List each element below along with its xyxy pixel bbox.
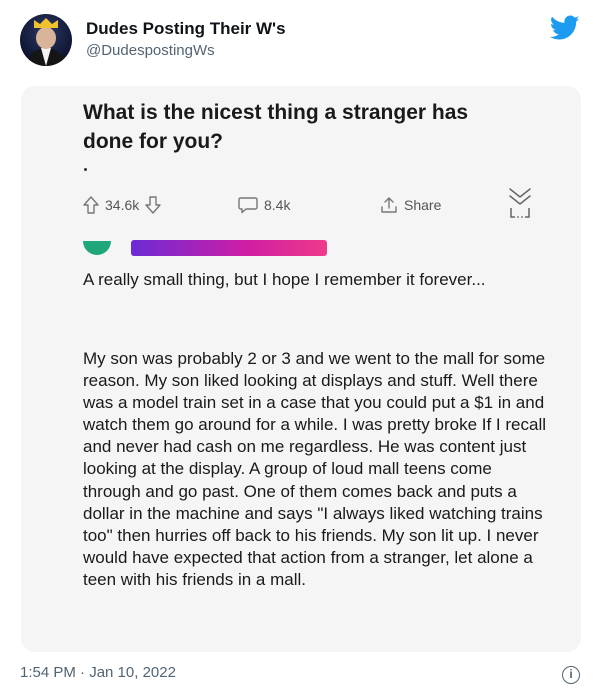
post-actions: 34.6k 8.4k Share [21, 188, 581, 230]
upvote-icon[interactable] [83, 196, 99, 214]
comments-button[interactable]: 8.4k [238, 190, 296, 220]
share-icon [381, 197, 397, 213]
upvote-count: 34.6k [105, 197, 140, 213]
tweet-timestamp[interactable]: 1:54 PM · Jan 10, 2022 [20, 664, 176, 681]
redacted-username [131, 240, 327, 256]
tweet-header: Dudes Posting Their W's @DudespostingWs [0, 0, 600, 84]
comment-title: A really small thing, but I hope I remem… [83, 270, 486, 289]
share-label: Share [404, 197, 442, 213]
display-name[interactable]: Dudes Posting Their W's [86, 19, 286, 39]
divider-dot [84, 168, 87, 171]
post-question: What is the nicest thing a stranger has … [83, 101, 469, 153]
twitter-bird-icon[interactable] [550, 15, 580, 41]
redacted-avatar [83, 241, 111, 255]
avatar[interactable] [20, 14, 72, 66]
comment-count: 8.4k [264, 197, 291, 213]
vote-group: 34.6k [83, 190, 161, 220]
handle[interactable]: @DudespostingWs [86, 42, 215, 59]
share-button[interactable]: Share [380, 190, 447, 220]
collapse-thread-icon[interactable] [507, 186, 533, 220]
comment-body: My son was probably 2 or 3 and we went t… [83, 349, 546, 589]
comment-bubble-icon [238, 197, 258, 214]
embedded-post-card[interactable]: What is the nicest thing a stranger has … [21, 86, 581, 652]
downvote-icon[interactable] [145, 196, 161, 214]
info-icon[interactable]: i [562, 666, 580, 684]
